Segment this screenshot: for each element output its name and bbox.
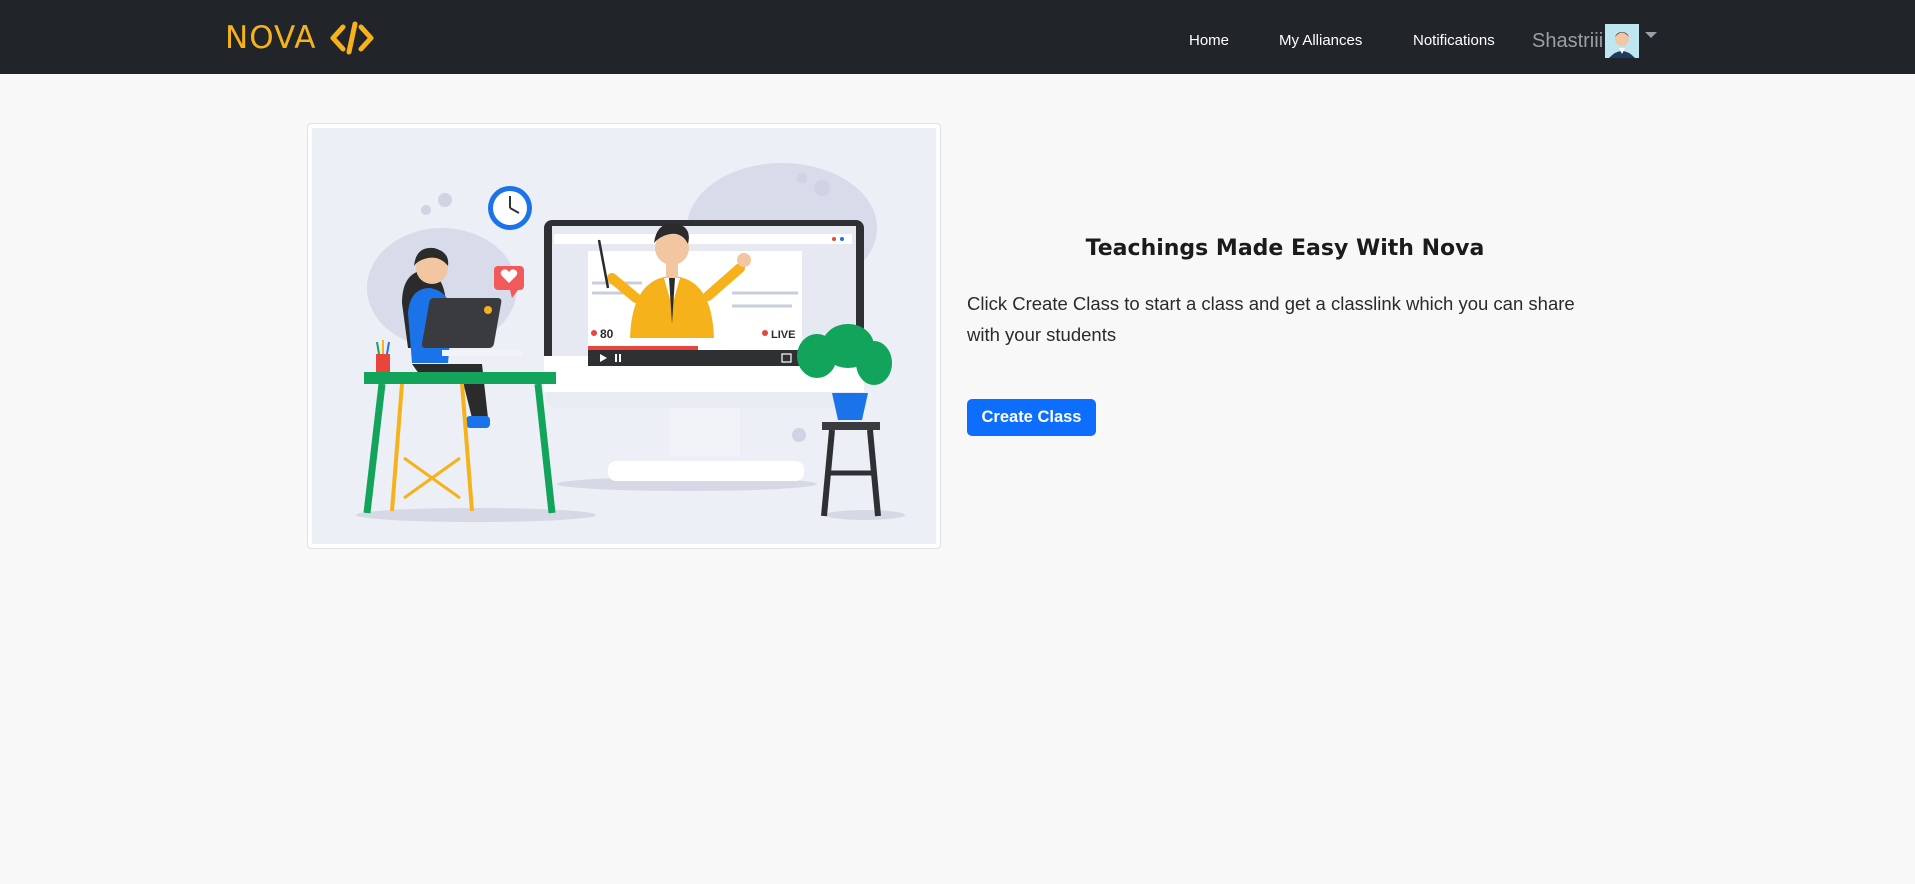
user-name: Shastriii: [1532, 29, 1604, 52]
page-description: Click Create Class to start a class and …: [967, 293, 1575, 345]
online-teaching-illustration: 80 LIVE: [312, 128, 936, 544]
live-badge: LIVE: [771, 329, 795, 341]
caret-down-icon[interactable]: [1645, 32, 1658, 38]
brand-name: NOVA: [225, 20, 317, 56]
nav-link-home[interactable]: Home: [1189, 32, 1229, 49]
hero-image-frame: 80 LIVE: [307, 123, 941, 549]
viewer-count: 80: [600, 327, 614, 341]
nav-link-my-alliances[interactable]: My Alliances: [1279, 32, 1362, 49]
top-navbar: NOVA Home My Alliances Notifications Sha…: [0, 0, 1915, 74]
code-brackets-icon: [330, 21, 374, 55]
page-heading: Teachings Made Easy With Nova: [1085, 236, 1485, 261]
user-menu[interactable]: Shastriii: [1532, 24, 1658, 58]
nav-link-notifications[interactable]: Notifications: [1413, 32, 1495, 49]
user-avatar-icon: [1605, 24, 1640, 58]
create-class-button[interactable]: Create Class: [967, 399, 1096, 436]
brand-logo[interactable]: NOVA: [225, 20, 374, 56]
